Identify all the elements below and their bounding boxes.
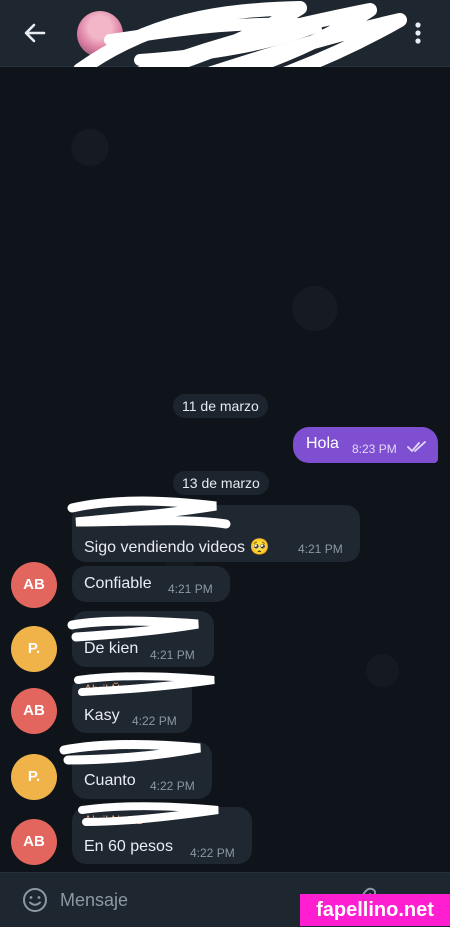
avatar[interactable]: AB (11, 562, 57, 608)
incoming-message[interactable]: Abril Nmdz En 60 pesos 4:22 PM (72, 807, 252, 864)
avatar[interactable]: AB (11, 688, 57, 734)
contact-avatar[interactable] (77, 11, 123, 57)
incoming-message[interactable]: Confiable 4:21 PM (72, 566, 230, 602)
avatar[interactable]: AB (11, 819, 57, 865)
incoming-message[interactable]: Cuanto 4:22 PM (72, 742, 212, 799)
chat-area[interactable] (0, 67, 450, 872)
message-text: Confiable (84, 575, 152, 592)
incoming-message[interactable]: Sigo vendiendo videos 🥺 4:21 PM (72, 505, 360, 562)
outgoing-message[interactable]: Hola 8:23 PM (293, 427, 438, 463)
message-text: Cuanto (84, 772, 136, 789)
avatar[interactable]: P. (11, 754, 57, 800)
watermark: fapellino.net (300, 894, 450, 926)
sender-name: Abril Nmdz (84, 813, 143, 827)
date-separator: 13 de marzo (173, 471, 269, 495)
avatar[interactable]: P. (11, 626, 57, 672)
message-text: Hola (306, 435, 339, 452)
double-check-icon (407, 441, 426, 452)
chat-header: N (0, 0, 450, 110)
date-separator: 11 de marzo (173, 394, 268, 418)
contact-name[interactable]: N (108, 44, 116, 56)
sender-name: Abril Ñ (84, 682, 121, 696)
emoji-icon[interactable] (22, 887, 48, 913)
message-text: De kien (84, 640, 139, 657)
message-input[interactable] (60, 885, 290, 915)
message-text: Kasy (84, 707, 120, 724)
message-time: 8:23 PM (352, 442, 397, 456)
message-time: 4:21 PM (150, 648, 195, 662)
back-arrow-icon[interactable] (20, 18, 50, 48)
incoming-message[interactable]: De kien 4:21 PM (72, 611, 214, 667)
message-text: En 60 pesos (84, 838, 173, 855)
message-time: 4:21 PM (168, 582, 213, 596)
incoming-message[interactable]: Abril Ñ Kasy 4:22 PM (72, 676, 192, 733)
more-vertical-icon[interactable] (410, 19, 426, 47)
message-time: 4:22 PM (132, 714, 177, 728)
message-time: 4:21 PM (298, 542, 343, 556)
message-text: Sigo vendiendo videos 🥺 (84, 539, 270, 556)
message-time: 4:22 PM (150, 779, 195, 793)
message-time: 4:22 PM (190, 846, 235, 860)
